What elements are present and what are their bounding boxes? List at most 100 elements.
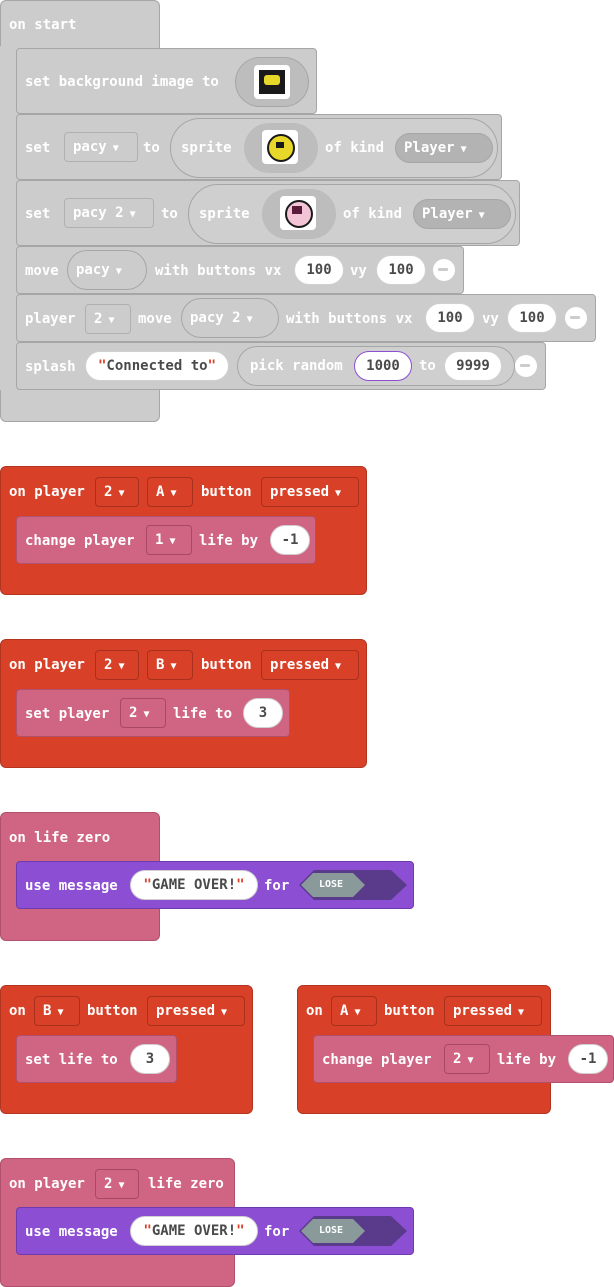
set-pacy-block[interactable]: set pacy ▼ to sprite of kind Player ▼	[16, 114, 502, 180]
set-life-label: set life to	[25, 1052, 118, 1068]
move-with-buttons-block[interactable]: move pacy ▼ with buttons vx 100 vy 100	[16, 246, 464, 294]
player-move-with-buttons-block[interactable]: player 2 ▼ move pacy 2 ▼ with buttons vx 1…	[16, 294, 596, 342]
on-life-zero-label: on life zero	[9, 830, 111, 846]
variable-name: pacy	[73, 139, 107, 155]
chevron-down-icon: ▼	[246, 314, 253, 325]
lose-effect-chip: LOSE	[301, 873, 365, 897]
player-number: 2	[453, 1051, 462, 1067]
chevron-down-icon: ▼	[118, 1180, 125, 1191]
pacy-variable-dropdown[interactable]: pacy ▼	[64, 132, 138, 162]
button-dropdown[interactable]: A ▼	[147, 477, 193, 507]
player-label: player	[25, 311, 76, 327]
sprite-reporter[interactable]: sprite of kind Player ▼	[188, 184, 516, 244]
effect-selector[interactable]: LOSE	[299, 870, 407, 900]
move-sprite-dropdown[interactable]: pacy 2 ▼	[181, 298, 279, 338]
set-background-image-block[interactable]: set background image to	[16, 48, 317, 114]
button-dropdown[interactable]: B ▼	[147, 650, 193, 680]
button-name: A	[156, 484, 165, 500]
life-change-value: -1	[579, 1051, 597, 1067]
sprite-reporter[interactable]: sprite of kind Player ▼	[170, 118, 498, 178]
set-player-life-block[interactable]: set player 2 ▼ life to 3	[16, 689, 290, 737]
pick-random-label: pick random	[250, 358, 343, 374]
player-number-dropdown[interactable]: 2 ▼	[95, 1169, 139, 1199]
button-dropdown[interactable]: A ▼	[331, 996, 377, 1026]
button-dropdown[interactable]: B ▼	[34, 996, 80, 1026]
player-number-dropdown[interactable]: 2 ▼	[444, 1044, 490, 1074]
kind-dropdown[interactable]: Player ▼	[413, 199, 511, 229]
effect-selector[interactable]: LOSE	[299, 1216, 407, 1246]
set-pacy2-block[interactable]: set pacy 2 ▼ to sprite of kind Player ▼	[16, 180, 520, 246]
chevron-down-icon: ▼	[129, 209, 136, 220]
to-label: to	[419, 358, 436, 374]
random-min-input[interactable]: 1000	[354, 351, 412, 381]
vx-input[interactable]: 100	[425, 303, 475, 333]
close-quote: "	[236, 1223, 245, 1239]
splash-text: Connected to	[106, 358, 208, 374]
splash-text-input[interactable]: "Connected to"	[85, 351, 229, 381]
effect-name: LOSE	[319, 1225, 344, 1236]
player-number-dropdown[interactable]: 2 ▼	[95, 650, 139, 680]
kind-dropdown[interactable]: Player ▼	[395, 133, 493, 163]
player-number: 1	[155, 532, 164, 548]
open-quote: "	[143, 1223, 152, 1239]
use-message-block[interactable]: use message "GAME OVER!" for LOSE	[16, 861, 414, 909]
remove-argument-icon[interactable]	[433, 259, 455, 281]
player-number-dropdown[interactable]: 2 ▼	[85, 304, 131, 334]
sprite-label: sprite	[199, 206, 250, 222]
variable-name: pacy 2	[190, 310, 241, 326]
button-name: B	[43, 1003, 52, 1019]
remove-argument-icon[interactable]	[565, 307, 587, 329]
random-max-value: 9999	[456, 358, 490, 374]
life-change-input[interactable]: -1	[568, 1044, 608, 1074]
close-quote: "	[236, 877, 245, 893]
set-background-label: set background image to	[25, 74, 219, 90]
event-dropdown[interactable]: pressed ▼	[147, 996, 245, 1026]
background-image-picker[interactable]	[235, 57, 309, 107]
event-dropdown[interactable]: pressed ▼	[444, 996, 542, 1026]
splash-block[interactable]: splash "Connected to" pick random 1000 t…	[16, 342, 546, 390]
vx-input[interactable]: 100	[294, 255, 344, 285]
life-change-input[interactable]: -1	[270, 525, 310, 555]
set-label: set	[25, 140, 51, 156]
event-dropdown[interactable]: pressed ▼	[261, 477, 359, 507]
change-player-life-block[interactable]: change player 1 ▼ life by -1	[16, 516, 316, 564]
splash-label: splash	[25, 359, 76, 375]
close-quote: "	[207, 358, 217, 374]
for-label: for	[264, 878, 290, 894]
life-value-input[interactable]: 3	[243, 698, 283, 728]
button-label: button	[201, 657, 252, 673]
message-input[interactable]: "GAME OVER!"	[130, 870, 258, 900]
player-number-dropdown[interactable]: 2 ▼	[120, 698, 166, 728]
pacy-sprite-thumbnail	[262, 130, 298, 164]
life-value-input[interactable]: 3	[130, 1044, 170, 1074]
pacy2-variable-dropdown[interactable]: pacy 2 ▼	[64, 198, 154, 228]
player-number: 2	[104, 1176, 113, 1192]
sprite-image-picker[interactable]	[262, 189, 336, 239]
chevron-down-icon: ▼	[354, 1007, 361, 1018]
chevron-down-icon: ▼	[518, 1007, 525, 1018]
on-label: on	[9, 1003, 26, 1019]
chevron-down-icon: ▼	[170, 488, 177, 499]
vy-input[interactable]: 100	[507, 303, 557, 333]
pick-random-reporter[interactable]: pick random 1000 to 9999	[237, 346, 515, 386]
message-input[interactable]: "GAME OVER!"	[130, 1216, 258, 1246]
use-message-block[interactable]: use message "GAME OVER!" for LOSE	[16, 1207, 414, 1255]
chevron-down-icon: ▼	[460, 144, 467, 155]
player-number-dropdown[interactable]: 1 ▼	[146, 525, 192, 555]
vy-input[interactable]: 100	[376, 255, 426, 285]
move-sprite-dropdown[interactable]: pacy ▼	[67, 250, 147, 290]
remove-argument-icon[interactable]	[515, 355, 537, 377]
move-label: move	[25, 263, 59, 279]
change-player-life-block[interactable]: change player 2 ▼ life by -1	[313, 1035, 614, 1083]
chevron-down-icon: ▼	[335, 661, 342, 672]
set-life-block[interactable]: set life to 3	[16, 1035, 177, 1083]
life-by-label: life by	[199, 533, 259, 549]
life-value: 3	[145, 1051, 155, 1067]
button-label: button	[384, 1003, 435, 1019]
for-label: for	[264, 1224, 290, 1240]
sprite-image-picker[interactable]	[244, 123, 318, 173]
player-number-dropdown[interactable]: 2 ▼	[95, 477, 139, 507]
event-dropdown[interactable]: pressed ▼	[261, 650, 359, 680]
random-max-input[interactable]: 9999	[444, 351, 502, 381]
chevron-down-icon: ▼	[118, 661, 125, 672]
